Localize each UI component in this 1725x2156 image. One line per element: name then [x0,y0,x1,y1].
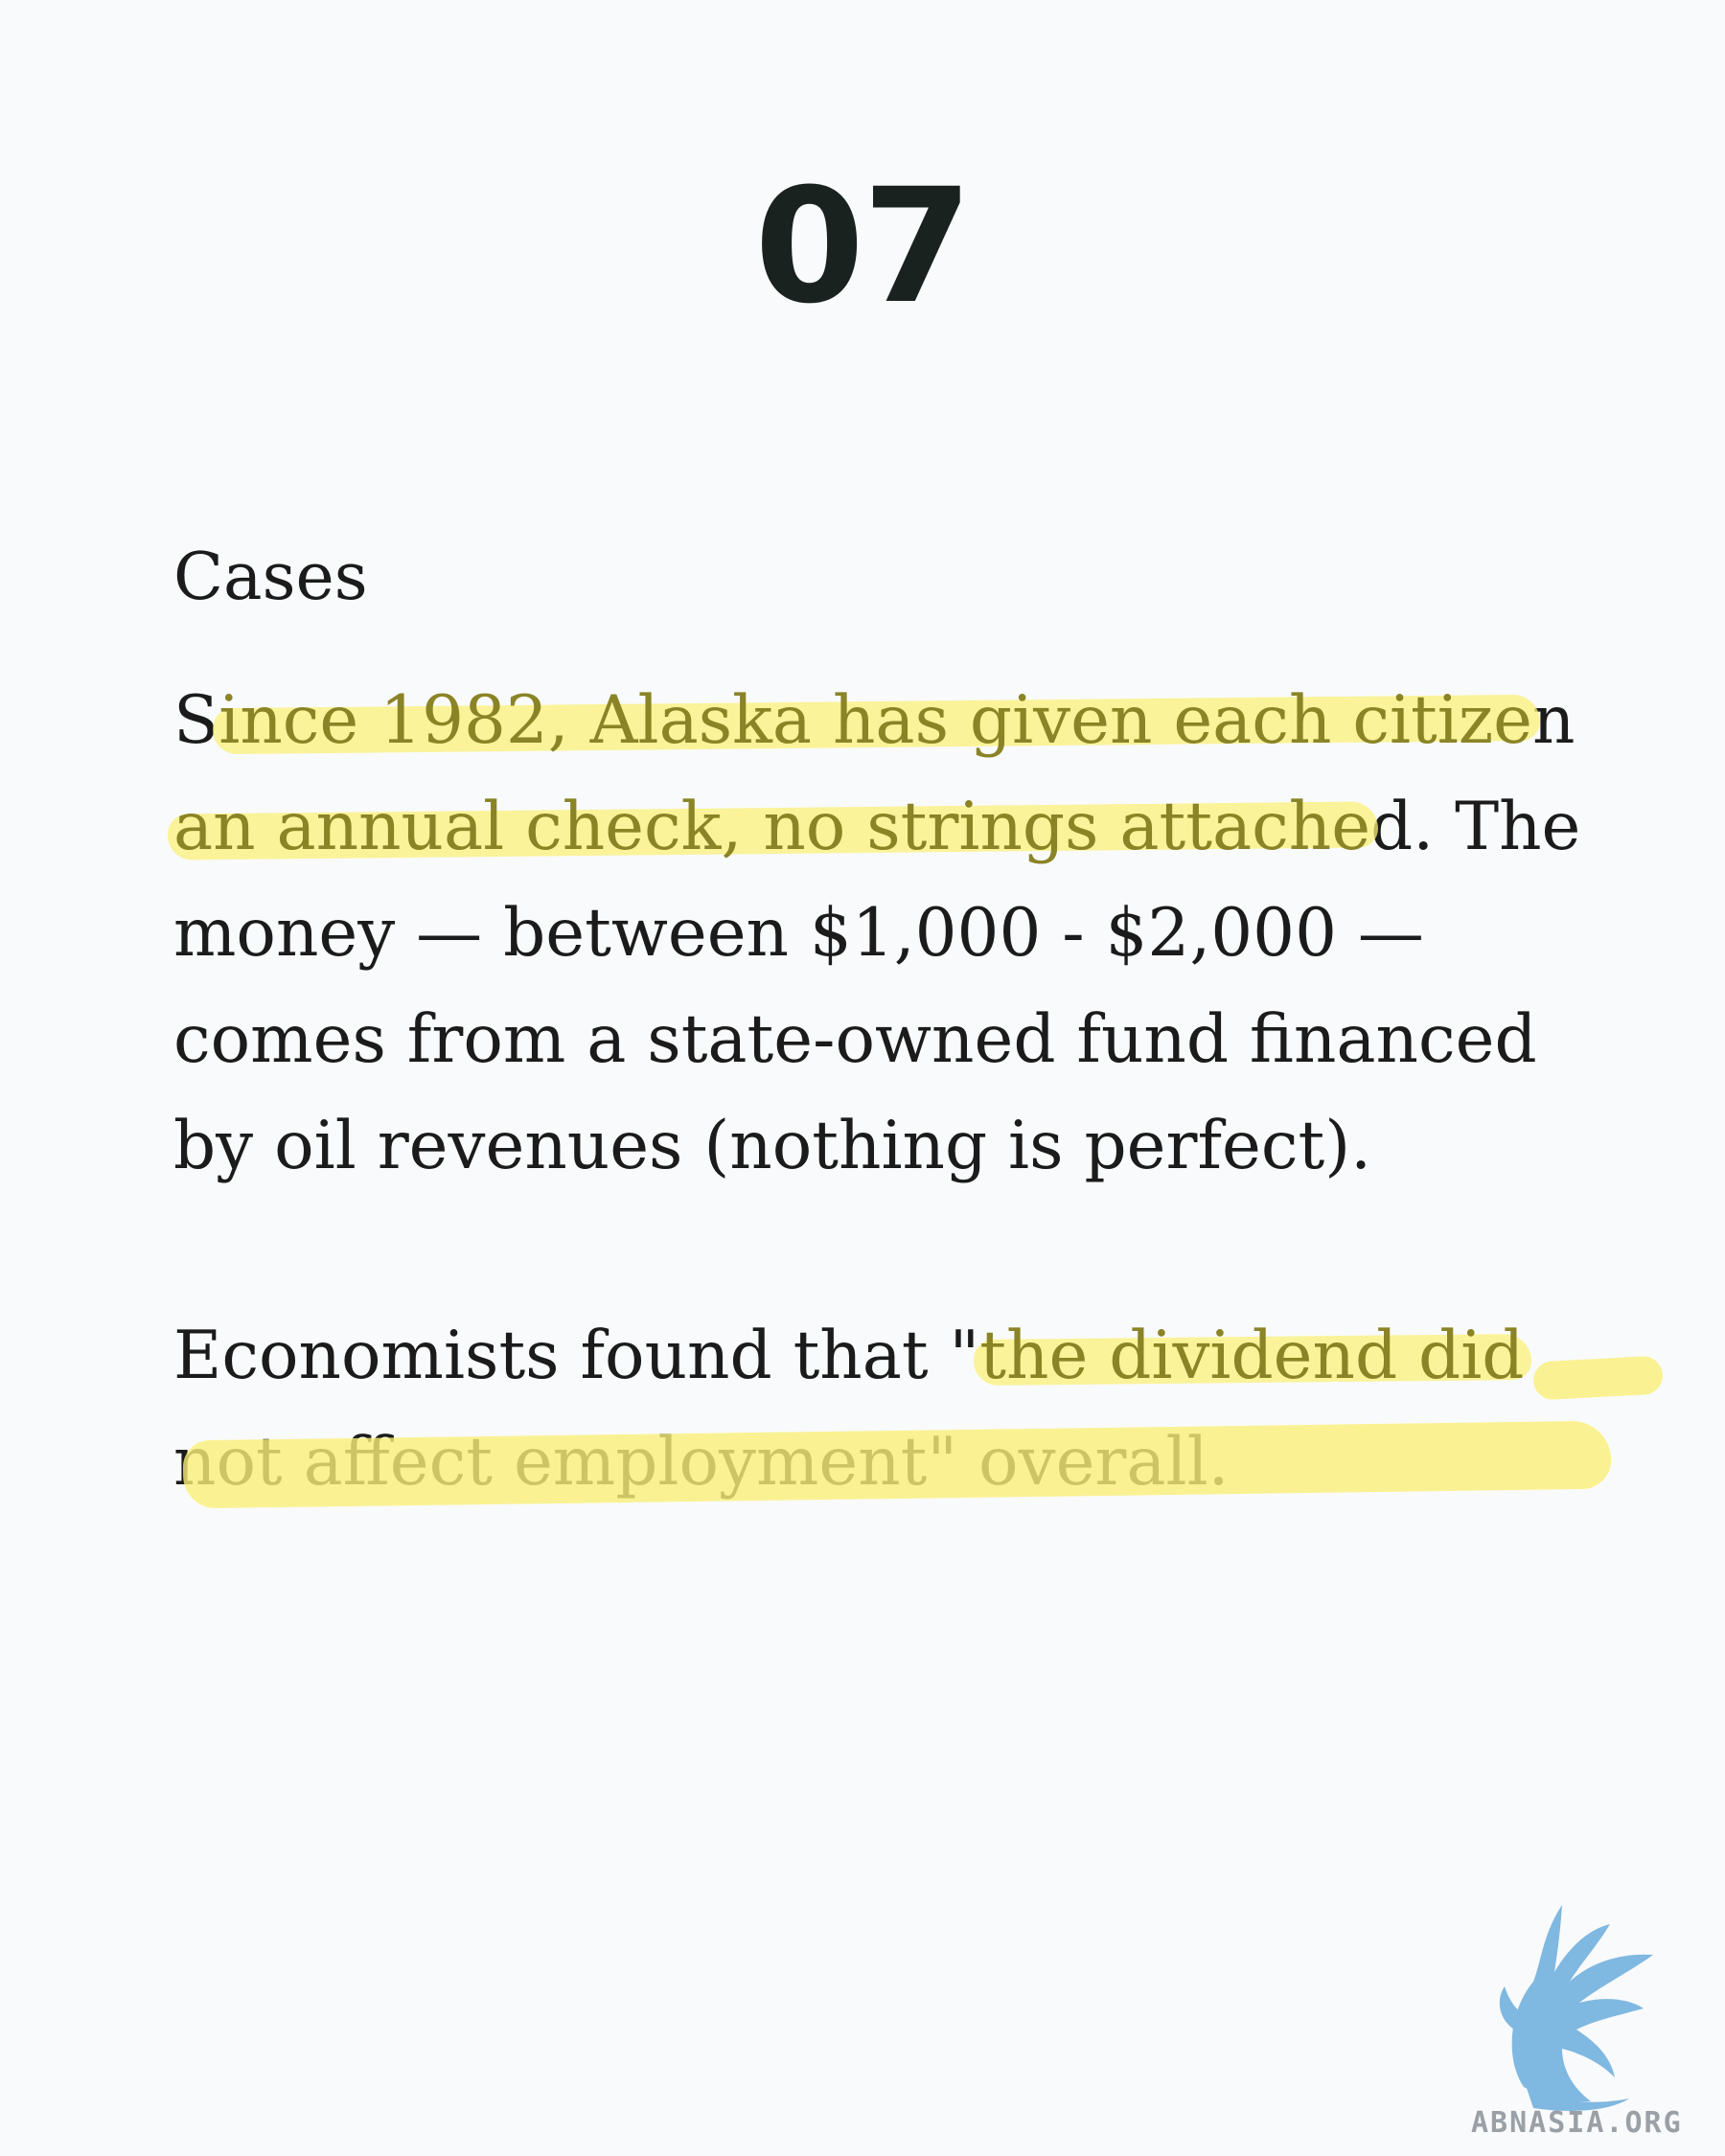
griffin-icon [1499,1905,1653,2111]
paragraph-line: by oil revenues (nothing is perfect). [173,1108,1372,1184]
highlighted-text: the dividend did [979,1318,1525,1394]
paragraph-line-overdrawn: not affect employment" overall. [173,1410,1611,1516]
slide-number: 07 [754,154,973,338]
paragraph-line: Since 1982, Alaska has given each citize… [173,668,1611,774]
highlighted-text: ince 1982, Alaska has given each citize [218,682,1533,759]
paragraph-alaska: Since 1982, Alaska has given each citize… [173,668,1611,1200]
highlight-stroke-tail [1532,1355,1664,1401]
paragraph-economists: Economists found that "the dividend did … [173,1303,1611,1516]
line-tail: d. The [1370,789,1581,865]
brand-wordmark: ABNASIA.ORG [1471,2106,1683,2140]
line-lead: S [173,682,219,759]
section-heading: Cases [173,539,368,615]
paragraph-line: an annual check, no strings attached. Th… [173,774,1611,881]
line-lead: Economists found that " [173,1318,980,1394]
paragraph-line: Economists found that "the dividend did [173,1303,1611,1410]
paragraph-line: comes from a state-owned fund financed [173,1001,1537,1078]
overdrawn-text: not affect employment" overall. [173,1424,1230,1501]
paragraph-line: money — between $1,000 - $2,000 — [173,895,1424,972]
highlighted-text: an annual check, no strings attache [173,789,1371,865]
